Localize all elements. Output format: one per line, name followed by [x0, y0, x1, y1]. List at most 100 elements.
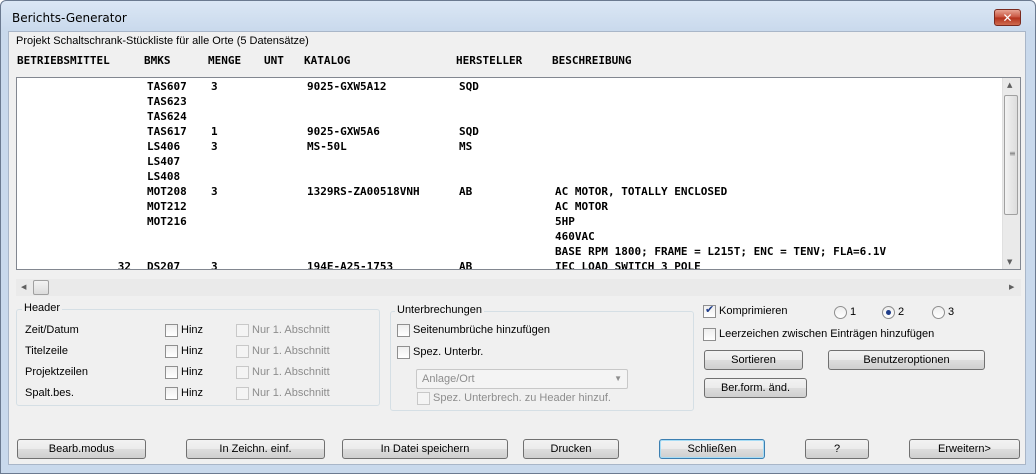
break-location-select[interactable]: Anlage/Ort ▼ [416, 369, 628, 389]
expand-button[interactable]: Erweitern> [909, 439, 1020, 459]
header-row-label: Zeit/Datum [25, 324, 79, 336]
cell-katalog: 1329RS-ZA00518VNH [307, 185, 420, 198]
first-section-label: Nur 1. Abschnitt [252, 387, 330, 399]
cell-bmks: TAS624 [147, 110, 187, 123]
cell-menge: 3 [211, 260, 218, 270]
spaces-between-entries-label: Leerzeichen zwischen Einträgen hinzufüge… [719, 328, 935, 340]
cell-bmks: LS406 [147, 140, 181, 153]
column-header-betriebsmittel: BETRIEBSMITTEL [17, 54, 110, 67]
cell-menge: 3 [211, 185, 218, 198]
vertical-scrollbar[interactable]: ▲ ≡ ▼ [1002, 78, 1020, 269]
horizontal-scroll-thumb[interactable] [33, 280, 49, 295]
cell-bmks: TAS623 [147, 95, 187, 108]
cell-bmks: MOT216 [147, 215, 187, 228]
zeit-datum-hinz-checkbox[interactable] [165, 324, 178, 337]
first-section-label: Nur 1. Abschnitt [252, 366, 330, 378]
scroll-right-icon[interactable]: ▶ [1009, 283, 1014, 291]
cell-beschreibung: AC MOTOR [555, 200, 608, 213]
chevron-down-icon: ▼ [614, 374, 622, 383]
cell-hersteller: SQD [459, 125, 479, 138]
report-preview-area[interactable]: TAS607 3 9025-GXW5A12 SQD TAS623 TAS624 TAS617… [16, 77, 1021, 270]
projektzeilen-hinz-checkbox[interactable] [165, 366, 178, 379]
compress-level-1-radio[interactable] [834, 306, 847, 319]
header-row-label: Projektzeilen [25, 366, 88, 378]
page-breaks-label: Seitenumbrüche hinzufügen [413, 324, 550, 336]
spalt-bes-first-section-checkbox[interactable] [236, 387, 249, 400]
cell-beschreibung: AC MOTOR, TOTALLY ENCLOSED [555, 185, 728, 198]
zeit-datum-first-section-checkbox[interactable] [236, 324, 249, 337]
compress-level-2-radio[interactable] [882, 306, 895, 319]
scroll-down-icon[interactable]: ▼ [1007, 258, 1012, 266]
cell-bmks: LS407 [147, 155, 181, 168]
cell-katalog: 9025-GXW5A6 [307, 125, 380, 138]
cell-beschreibung: BASE RPM 1800; FRAME = L215T; ENC = TENV… [555, 245, 887, 258]
title-bar[interactable]: Berichts-Generator ✕ [1, 1, 1035, 33]
titelzeile-first-section-checkbox[interactable] [236, 345, 249, 358]
cell-hersteller: MS [459, 140, 473, 153]
titelzeile-hinz-checkbox[interactable] [165, 345, 178, 358]
report-row: TAS624 [17, 110, 1005, 125]
report-row: TAS607 3 9025-GXW5A12 SQD [17, 80, 1005, 95]
radio-label-2: 2 [898, 306, 905, 318]
report-row: 32 DS207 3 194E-A25-1753 AB IEC LOAD SWITCH 3… [17, 260, 1005, 270]
special-breaks-label: Spez. Unterbr. [413, 346, 484, 358]
report-row: BASE RPM 1800; FRAME = L215T; ENC = TENV… [17, 245, 1005, 260]
cell-beschreibung: IEC LOAD SWITCH 3 POLE [555, 260, 701, 270]
report-row: MOT216 5HP [17, 215, 1005, 230]
hinz-label: Hinz [181, 324, 204, 336]
edit-mode-button[interactable]: Bearb.modus [17, 439, 146, 459]
first-section-label: Nur 1. Abschnitt [252, 324, 330, 336]
column-header-unt: UNT [264, 54, 284, 67]
hinz-label: Hinz [181, 345, 204, 357]
user-options-button[interactable]: Benutzeroptionen [828, 350, 985, 370]
compress-level-3-radio[interactable] [932, 306, 945, 319]
cell-menge: 3 [211, 80, 218, 93]
cell-beschreibung: 460VAC [555, 230, 595, 243]
insert-in-drawing-button[interactable]: In Zeichn. einf. [186, 439, 325, 459]
sort-button[interactable]: Sortieren [704, 350, 803, 370]
change-format-button[interactable]: Ber.form. änd. [704, 378, 807, 398]
spalt-bes-hinz-checkbox[interactable] [165, 387, 178, 400]
report-row: TAS617 1 9025-GXW5A6 SQD [17, 125, 1005, 140]
horizontal-scrollbar[interactable]: ◀ ▶ [16, 279, 1021, 296]
close-button[interactable]: Schließen [659, 439, 765, 459]
help-button[interactable]: ? [805, 439, 869, 459]
breaks-to-header-label: Spez. Unterbrech. zu Header hinzuf. [433, 392, 611, 404]
scroll-left-icon[interactable]: ◀ [21, 283, 26, 291]
cell-katalog: 9025-GXW5A12 [307, 80, 387, 93]
header-row-label: Spalt.bes. [25, 387, 74, 399]
cell-katalog: MS-50L [307, 140, 347, 153]
close-window-button[interactable]: ✕ [994, 9, 1021, 26]
print-button[interactable]: Drucken [523, 439, 619, 459]
cell-bmks: MOT208 [147, 185, 187, 198]
cell-hersteller: SQD [459, 80, 479, 93]
hinz-label: Hinz [181, 387, 204, 399]
cell-katalog: 194E-A25-1753 [307, 260, 394, 270]
hinz-label: Hinz [181, 366, 204, 378]
column-header-katalog: KATALOG [304, 54, 351, 67]
header-group-label: Header [22, 302, 63, 314]
save-to-file-button[interactable]: In Datei speichern [342, 439, 508, 459]
scroll-up-icon[interactable]: ▲ [1007, 81, 1012, 89]
report-row: LS406 3 MS-50L MS [17, 140, 1005, 155]
cell-bmks: LS408 [147, 170, 181, 183]
column-header-bmks: BMKS [144, 54, 171, 67]
column-header-hersteller: HERSTELLER [456, 54, 523, 67]
break-location-value: Anlage/Ort [422, 373, 475, 385]
cell-betriebsmittel: 32 [117, 260, 131, 270]
page-breaks-checkbox[interactable] [397, 324, 410, 337]
breaks-to-header-checkbox[interactable] [417, 392, 430, 405]
breaks-group-label: Unterbrechungen [395, 304, 485, 316]
vertical-scroll-thumb[interactable]: ≡ [1004, 95, 1018, 215]
report-row: LS407 [17, 155, 1005, 170]
compress-checkbox[interactable] [703, 303, 716, 318]
cell-hersteller: AB [459, 260, 473, 270]
report-row: MOT208 3 1329RS-ZA00518VNH AB AC MOTOR, TOTA… [17, 185, 1005, 200]
special-breaks-checkbox[interactable] [397, 346, 410, 359]
spaces-between-entries-checkbox[interactable] [703, 328, 716, 341]
report-row: 460VAC [17, 230, 1005, 245]
column-header-menge: MENGE [208, 54, 242, 67]
projektzeilen-first-section-checkbox[interactable] [236, 366, 249, 379]
cell-hersteller: AB [459, 185, 473, 198]
close-icon: ✕ [1002, 11, 1013, 25]
